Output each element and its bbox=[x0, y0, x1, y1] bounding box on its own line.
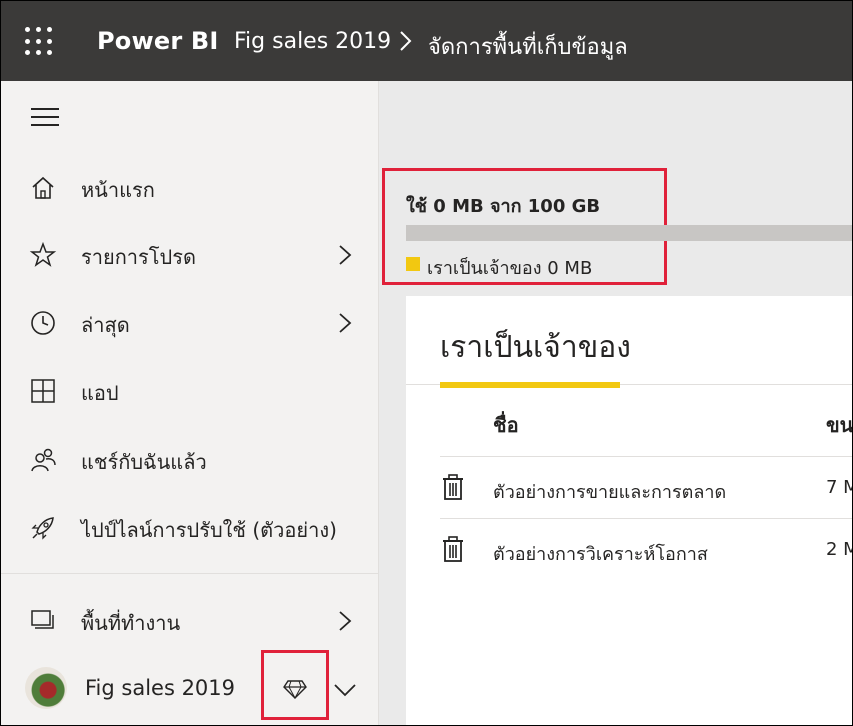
sidebar-item-shared[interactable]: แชร์กับฉันแล้ว bbox=[1, 429, 378, 489]
chevron-down-icon[interactable] bbox=[333, 681, 357, 699]
sidebar-item-label: ล่าสุด bbox=[81, 313, 130, 337]
chevron-right-icon[interactable] bbox=[337, 610, 353, 632]
column-header-name[interactable]: ชื่อ bbox=[493, 409, 519, 441]
chevron-right-icon bbox=[400, 31, 412, 51]
main-content: ใช้ 0 MB จาก 100 GB เราเป็นเจ้าของ 0 MB … bbox=[379, 81, 852, 725]
sidebar-item-label: รายการโปรด bbox=[81, 245, 196, 269]
sidebar-item-label: พื้นที่ทำงาน bbox=[81, 611, 181, 635]
sidebar-item-label: หน้าแรก bbox=[81, 178, 155, 202]
tab-owned-by-us[interactable]: เราเป็นเจ้าของ bbox=[440, 324, 631, 371]
sidebar-divider bbox=[1, 573, 378, 574]
app-name[interactable]: Power BI bbox=[97, 27, 219, 55]
workspace-avatar[interactable] bbox=[25, 667, 67, 709]
sidebar-item-recent[interactable]: ล่าสุด bbox=[1, 292, 378, 352]
star-icon bbox=[29, 241, 57, 267]
workspace-name[interactable]: Fig sales 2019 bbox=[85, 676, 235, 700]
chevron-right-icon[interactable] bbox=[337, 244, 353, 266]
sidebar-item-label: แชร์กับฉันแล้ว bbox=[81, 450, 207, 474]
column-header-size[interactable]: ขน bbox=[826, 409, 852, 441]
storage-usage-bar bbox=[406, 225, 852, 241]
tab-active-indicator bbox=[440, 382, 620, 388]
current-workspace: Fig sales 2019 bbox=[1, 650, 378, 725]
legend-swatch bbox=[406, 257, 420, 271]
top-bar: Power BI Fig sales 2019 จัดการพื้นที่เก็… bbox=[1, 1, 852, 81]
sidebar-item-label: แอป bbox=[81, 381, 119, 405]
breadcrumb-workspace[interactable]: Fig sales 2019 bbox=[234, 29, 391, 54]
workspaces-icon bbox=[31, 610, 54, 629]
sidebar-item-favorites[interactable]: รายการโปรด bbox=[1, 224, 378, 284]
sidebar: หน้าแรก รายการโปรด ล่าสุด แอป แชร์กับฉัน… bbox=[1, 81, 379, 725]
shared-icon bbox=[31, 448, 56, 472]
sidebar-item-label: ไปป์ไลน์การปรับใช้ (ตัวอย่าง) bbox=[81, 518, 337, 542]
premium-diamond-icon[interactable] bbox=[283, 678, 307, 700]
apps-icon bbox=[31, 379, 55, 403]
table-row: ตัวอย่างการขายและการตลาด 7 M bbox=[440, 456, 852, 519]
rocket-icon bbox=[31, 517, 54, 540]
dataset-size: 2 M bbox=[826, 539, 852, 560]
clock-icon bbox=[31, 311, 55, 335]
sidebar-item-home[interactable]: หน้าแรก bbox=[1, 157, 378, 217]
legend-label: เราเป็นเจ้าของ 0 MB bbox=[427, 258, 593, 279]
storage-panel: เราเป็นเจ้าของ ชื่อ ขน ตัวอย่างการขายและ… bbox=[406, 296, 852, 725]
hamburger-menu-icon[interactable] bbox=[31, 108, 59, 128]
chevron-right-icon[interactable] bbox=[337, 312, 353, 334]
sidebar-item-apps[interactable]: แอป bbox=[1, 360, 378, 420]
dataset-name: ตัวอย่างการขายและการตลาด bbox=[493, 482, 727, 503]
table-row: ตัวอย่างการวิเคราะห์โอกาส 2 M bbox=[440, 518, 852, 581]
dataset-size: 7 M bbox=[826, 477, 852, 498]
trash-icon[interactable] bbox=[442, 473, 464, 501]
storage-usage-text: ใช้ 0 MB จาก 100 GB bbox=[406, 196, 601, 217]
breadcrumb-page: จัดการพื้นที่เก็บข้อมูล bbox=[428, 35, 628, 60]
sidebar-item-pipelines[interactable]: ไปป์ไลน์การปรับใช้ (ตัวอย่าง) bbox=[1, 497, 378, 557]
dataset-name: ตัวอย่างการวิเคราะห์โอกาส bbox=[493, 544, 708, 565]
app-launcher-icon[interactable] bbox=[25, 27, 57, 57]
trash-icon[interactable] bbox=[442, 535, 464, 563]
home-icon bbox=[32, 176, 54, 199]
sidebar-item-workspaces[interactable]: พื้นที่ทำงาน bbox=[1, 590, 378, 650]
app-window: Power BI Fig sales 2019 จัดการพื้นที่เก็… bbox=[0, 0, 853, 726]
